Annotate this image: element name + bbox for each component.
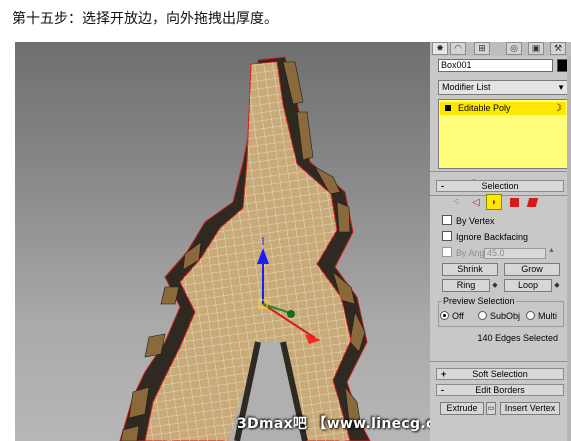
divider [430, 361, 571, 362]
selection-rollout-title: Selection [481, 181, 519, 191]
ignore-backfacing-label: Ignore Backfacing [456, 232, 529, 242]
element-mode-icon[interactable] [524, 194, 540, 210]
collapse-icon: - [441, 385, 444, 395]
object-name-field[interactable]: Box001 [438, 59, 553, 72]
subobject-level-icons: ⁖ ◁ ◗ [440, 194, 568, 210]
modify-tab-icon[interactable]: ◠ [450, 42, 466, 55]
panel-scrollbar[interactable] [567, 56, 571, 441]
display-tab-icon[interactable]: ▣ [528, 42, 544, 55]
expand-icon: + [441, 369, 447, 379]
subobject-icon: ☽ [553, 103, 562, 114]
hierarchy-tab-icon[interactable]: ⊞ [474, 42, 490, 55]
step-caption: 第十五步：选择开放边，向外拖拽出厚度。 [12, 11, 278, 27]
border-mode-icon[interactable]: ◗ [486, 194, 502, 210]
preview-off-label: Off [452, 311, 464, 321]
ignore-backfacing-checkbox[interactable]: Ignore Backfacing [442, 231, 528, 243]
spinner-arrows-icon[interactable]: ▲ [548, 247, 555, 254]
command-panel: ✸ ◠ ⊞ ◎ ▣ ⚒ Box001 Modifier List ▼ Edita… [430, 42, 571, 441]
divider [430, 171, 571, 172]
selection-status: 140 Edges Selected [477, 333, 558, 343]
collapse-icon: - [441, 181, 444, 191]
preview-off-radio[interactable]: Off [440, 310, 464, 322]
insert-vertex-button[interactable]: Insert Vertex [500, 402, 560, 415]
shrink-button[interactable]: Shrink [442, 263, 498, 276]
stack-item-label: Editable Poly [458, 103, 511, 113]
polygon-mode-icon[interactable] [506, 194, 522, 210]
ring-button[interactable]: Ring [442, 279, 490, 292]
command-panel-tabs: ✸ ◠ ⊞ ◎ ▣ ⚒ [430, 42, 571, 56]
motion-tab-icon[interactable]: ◎ [506, 42, 522, 55]
loop-spinner-icon[interactable]: ◆ [553, 279, 561, 292]
soft-selection-title: Soft Selection [472, 369, 528, 379]
vertex-mode-icon[interactable]: ⁖ [448, 194, 464, 210]
angle-spinner[interactable]: 45.0 [484, 248, 546, 259]
by-vertex-checkbox[interactable]: By Vertex [442, 215, 495, 227]
by-vertex-label: By Vertex [456, 216, 495, 226]
stack-item-editable-poly[interactable]: Editable Poly ☽ [440, 102, 566, 115]
extrude-settings-icon[interactable]: ▭ [486, 402, 496, 415]
preview-multi-label: Multi [538, 311, 558, 321]
grow-button[interactable]: Grow [504, 263, 560, 276]
preview-subobj-radio[interactable]: SubObj [478, 310, 520, 322]
modifier-list-label: Modifier List [442, 82, 491, 92]
ring-spinner-icon[interactable]: ◆ [491, 279, 499, 292]
extrude-button[interactable]: Extrude [440, 402, 484, 415]
preview-subobj-label: SubObj [490, 311, 521, 321]
loop-button[interactable]: Loop [504, 279, 552, 292]
modifier-stack[interactable]: Editable Poly ☽ [438, 99, 568, 169]
preview-selection-label: Preview Selection [442, 296, 516, 306]
watermark-text: 3Dmax吧 【www.linecg.com/tieba/171】 [237, 416, 430, 432]
edit-borders-title: Edit Borders [475, 385, 525, 395]
selection-rollout-header[interactable]: - Selection [436, 180, 564, 192]
preview-multi-radio[interactable]: Multi [526, 310, 557, 322]
utilities-tab-icon[interactable]: ⚒ [550, 42, 566, 55]
bulb-icon[interactable] [445, 105, 451, 111]
modifier-list-dropdown[interactable]: Modifier List ▼ [438, 80, 568, 95]
edit-borders-rollout-header[interactable]: - Edit Borders [436, 384, 564, 396]
create-tab-icon[interactable]: ✸ [432, 42, 448, 55]
mesh-render [119, 56, 371, 441]
soft-selection-rollout-header[interactable]: + Soft Selection [436, 368, 564, 380]
perspective-viewport[interactable]: 3Dmax吧 【www.linecg.com/tieba/171】 [15, 42, 430, 441]
edge-mode-icon[interactable]: ◁ [468, 194, 484, 210]
chevron-down-icon: ▼ [557, 83, 565, 92]
